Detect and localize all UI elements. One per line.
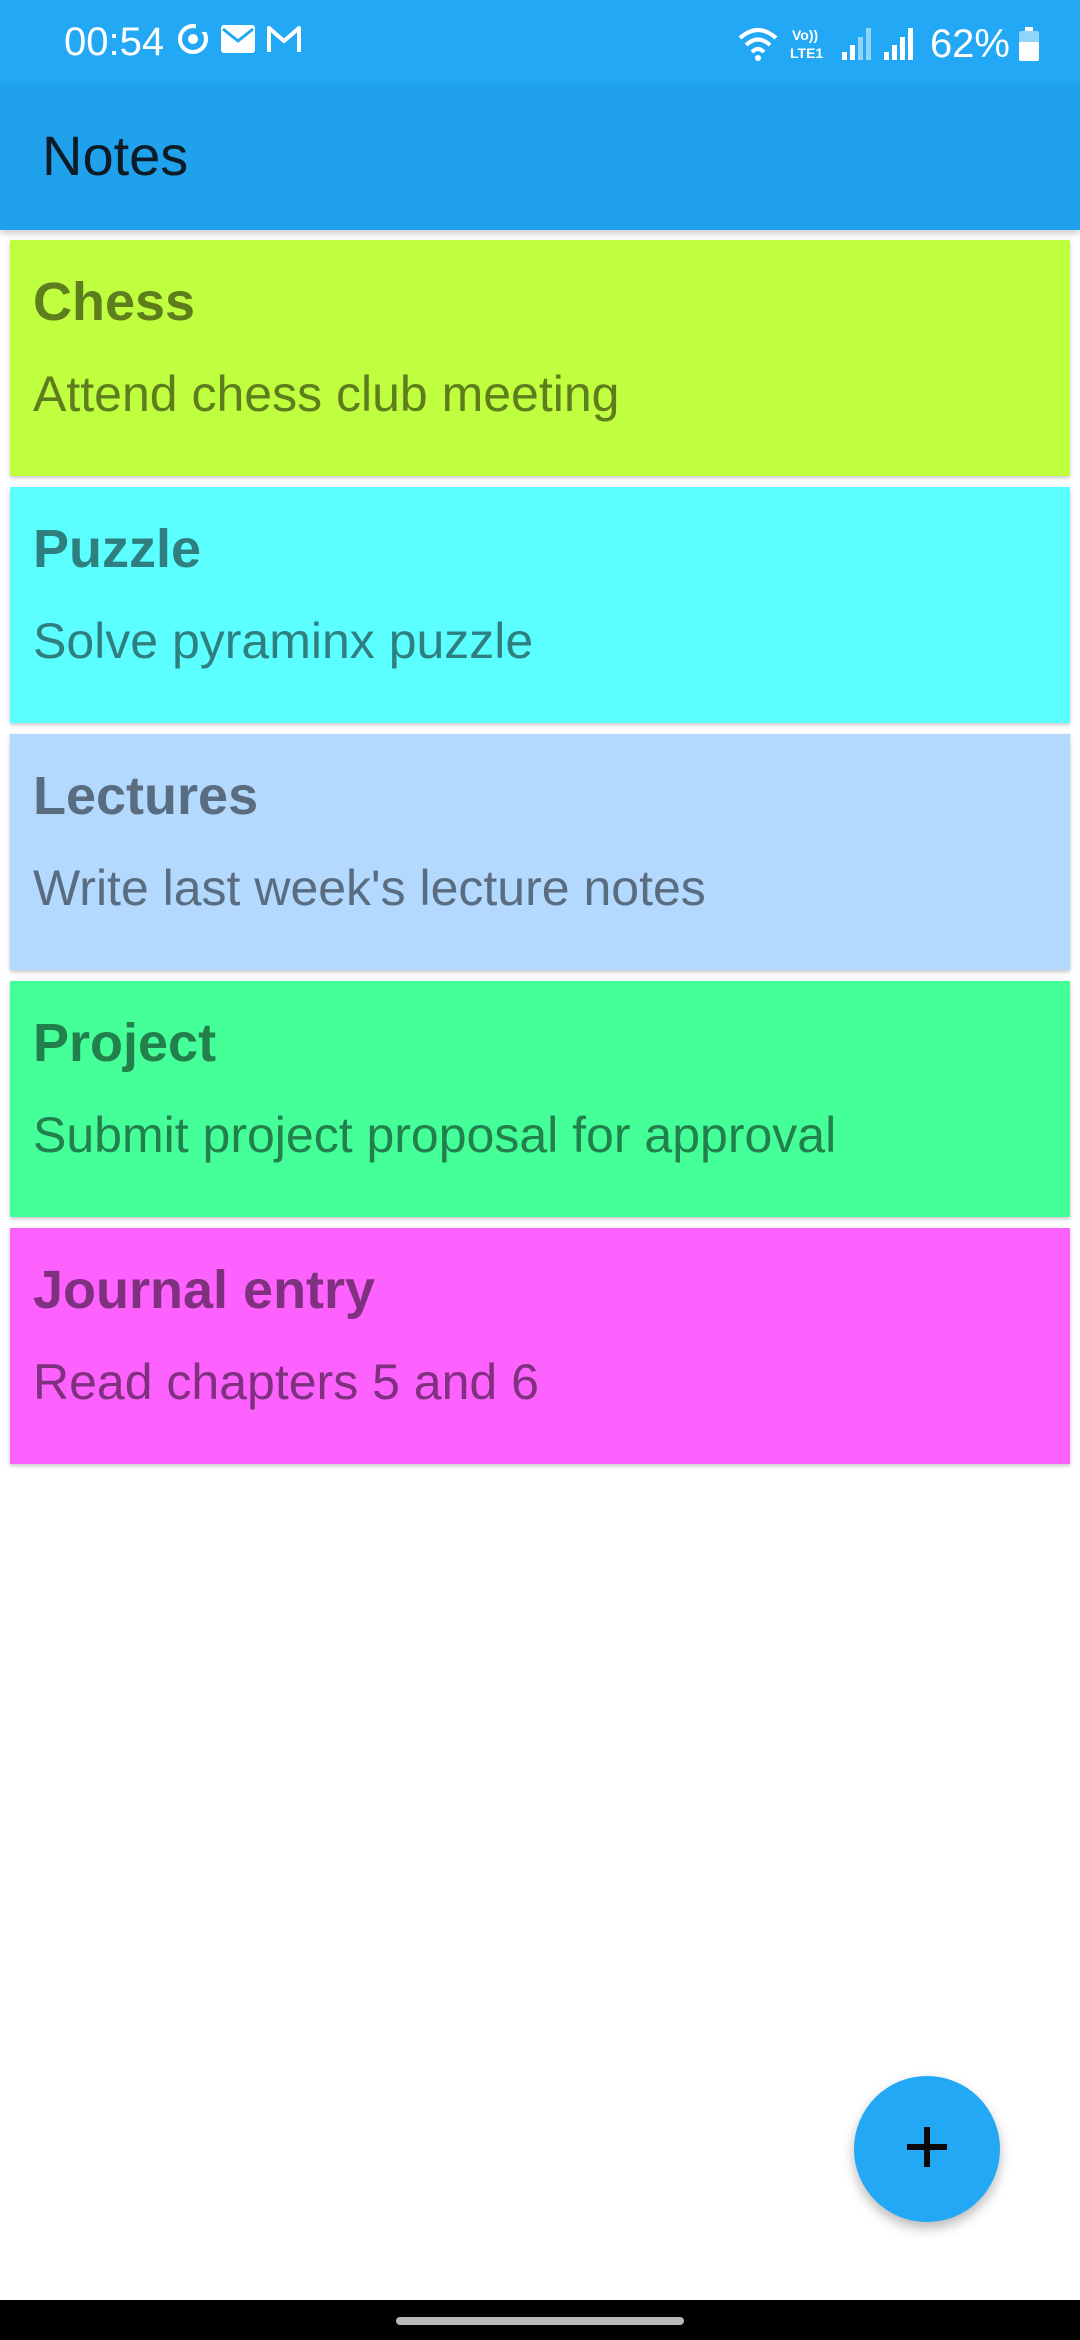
note-card-journal-entry[interactable]: Journal entry Read chapters 5 and 6 bbox=[10, 1228, 1070, 1464]
system-status-icons: Vo)) LTE1 62% bbox=[736, 20, 1040, 68]
status-time: 00:54 bbox=[64, 20, 165, 64]
note-card-project[interactable]: Project Submit project proposal for appr… bbox=[10, 981, 1070, 1217]
add-note-button[interactable] bbox=[854, 2076, 1000, 2222]
note-body: Solve pyraminx puzzle bbox=[33, 613, 534, 669]
note-title: Lectures bbox=[33, 766, 259, 826]
page-title: Notes bbox=[42, 124, 189, 187]
battery-icon bbox=[1018, 26, 1040, 62]
gmail-icon bbox=[266, 24, 302, 54]
note-body: Read chapters 5 and 6 bbox=[33, 1354, 539, 1410]
sync-icon bbox=[176, 22, 210, 56]
app-bar: Notes bbox=[0, 84, 1080, 230]
signal-icon bbox=[882, 26, 916, 62]
note-card-chess[interactable]: Chess Attend chess club meeting bbox=[10, 240, 1070, 476]
status-bar: 00:54 Vo)) LTE1 62% bbox=[0, 0, 1080, 84]
wifi-icon bbox=[736, 24, 780, 64]
svg-text:Vo)): Vo)) bbox=[792, 27, 818, 43]
svg-text:LTE1: LTE1 bbox=[790, 45, 823, 61]
notification-icons bbox=[176, 22, 302, 56]
navigation-bar bbox=[0, 2300, 1080, 2340]
email-icon bbox=[220, 24, 256, 54]
note-title: Chess bbox=[33, 272, 196, 332]
note-title: Journal entry bbox=[33, 1260, 376, 1320]
notes-screen: 00:54 Vo)) LTE1 62% Notes Chess Attend c… bbox=[0, 0, 1080, 2340]
home-gesture-handle[interactable] bbox=[396, 2317, 684, 2325]
note-card-lectures[interactable]: Lectures Write last week's lecture notes bbox=[10, 734, 1070, 970]
plus-icon bbox=[905, 2125, 949, 2174]
battery-percentage: 62% bbox=[929, 22, 1010, 66]
note-body: Attend chess club meeting bbox=[33, 366, 620, 422]
note-card-puzzle[interactable]: Puzzle Solve pyraminx puzzle bbox=[10, 487, 1070, 723]
note-body: Write last week's lecture notes bbox=[33, 860, 706, 916]
volte-lte-icon: Vo)) LTE1 bbox=[788, 24, 832, 64]
note-title: Puzzle bbox=[33, 519, 202, 579]
signal-icon bbox=[840, 26, 874, 62]
note-title: Project bbox=[33, 1013, 217, 1073]
note-body: Submit project proposal for approval bbox=[33, 1107, 837, 1163]
